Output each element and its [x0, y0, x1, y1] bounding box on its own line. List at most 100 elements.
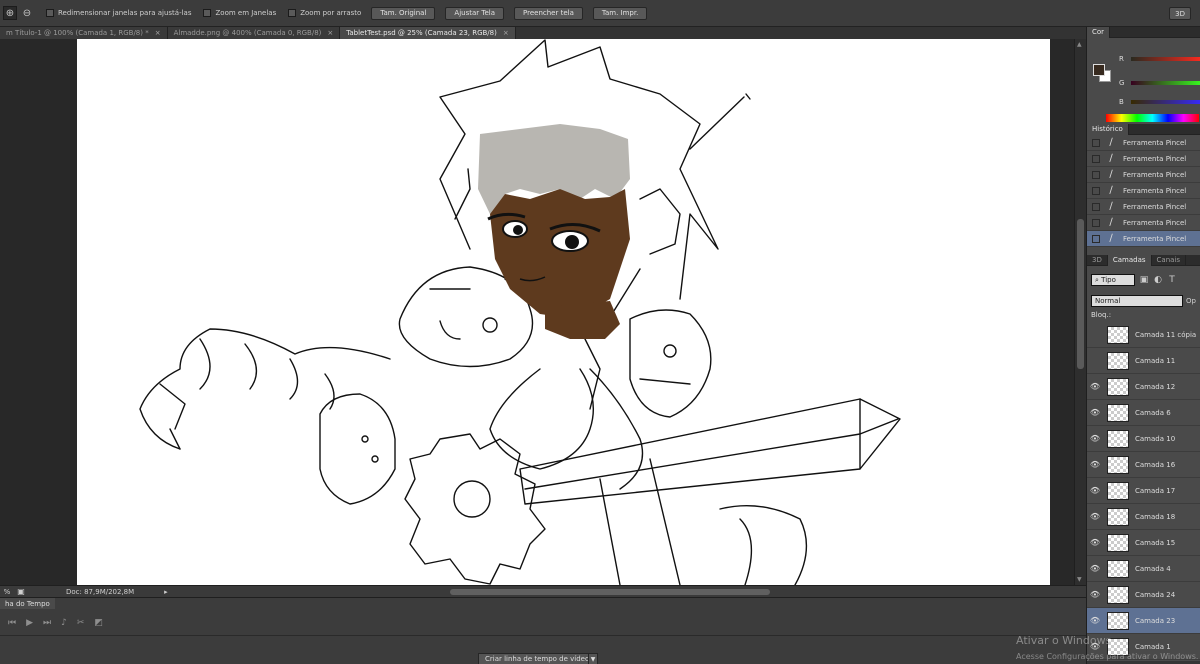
close-icon[interactable]: × [327, 29, 333, 37]
foreground-color-swatch[interactable] [1093, 64, 1105, 76]
layer-row[interactable]: 👁 Camada 15 [1087, 530, 1200, 556]
chevron-down-icon[interactable]: ▼ [588, 653, 598, 664]
scrubby-zoom-checkbox[interactable]: Zoom por arrasto [288, 9, 361, 17]
red-slider[interactable]: R [1119, 55, 1200, 63]
right-panels: Cor R G B Histórico ∕ Ferramenta Pincel ∕… [1086, 26, 1200, 664]
green-bar[interactable] [1131, 81, 1200, 85]
checkbox-icon[interactable] [1092, 186, 1100, 195]
tab-history[interactable]: Histórico [1087, 123, 1129, 135]
first-frame-icon[interactable]: ⏮ [8, 618, 16, 628]
layer-row[interactable]: 👁 Camada 16 [1087, 452, 1200, 478]
checkbox-icon[interactable] [1092, 154, 1100, 163]
history-item[interactable]: ∕ Ferramenta Pincel [1087, 199, 1200, 215]
checkbox-icon[interactable] [1092, 138, 1100, 147]
layer-row[interactable]: 👁 Camada 17 [1087, 478, 1200, 504]
tab-3d[interactable]: 3D [1087, 254, 1108, 266]
visibility-eye-icon[interactable]: 👁 [1087, 382, 1103, 391]
print-size-button[interactable]: Tam. Impr. [592, 6, 648, 20]
history-item[interactable]: ∕ Ferramenta Pincel [1087, 183, 1200, 199]
canvas-area[interactable] [0, 39, 1074, 585]
type-filter-icon[interactable]: T [1167, 275, 1177, 285]
vertical-scrollbar[interactable]: ▲ ▼ [1074, 39, 1086, 585]
document-canvas[interactable] [0, 39, 1074, 585]
scroll-thumb[interactable] [1077, 219, 1084, 369]
divider [0, 635, 1086, 636]
zoom-in-icon[interactable]: ⊕ [3, 6, 17, 20]
create-video-timeline-button[interactable]: Criar linha de tempo de vídeo [478, 653, 597, 664]
close-icon[interactable]: × [155, 29, 161, 37]
history-item[interactable]: ∕ Ferramenta Pincel [1087, 135, 1200, 151]
checkbox-icon[interactable] [203, 9, 212, 17]
actual-pixels-button[interactable]: Tam. Original [371, 6, 436, 20]
visibility-eye-icon[interactable]: 👁 [1087, 564, 1103, 573]
transition-icon[interactable]: ◩ [94, 618, 103, 628]
green-slider[interactable]: G [1119, 79, 1200, 87]
horizontal-scroll-thumb[interactable] [450, 589, 770, 595]
visibility-eye-icon[interactable]: 👁 [1087, 460, 1103, 469]
3d-mode-button[interactable]: 3D [1169, 7, 1191, 20]
layer-row[interactable]: 👁 Camada 4 [1087, 556, 1200, 582]
resize-windows-label: Redimensionar janelas para ajustá-las [58, 9, 192, 17]
checkbox-icon[interactable] [46, 9, 54, 17]
red-bar[interactable] [1131, 57, 1200, 61]
visibility-eye-icon[interactable]: 👁 [1087, 408, 1103, 417]
brush-icon: ∕ [1109, 153, 1113, 164]
layer-row-selected[interactable]: 👁 Camada 23 [1087, 608, 1200, 634]
layer-row[interactable]: 👁 Camada 18 [1087, 504, 1200, 530]
layer-row[interactable]: Camada 11 [1087, 348, 1200, 374]
checkbox-icon[interactable] [1092, 170, 1100, 179]
visibility-eye-icon[interactable]: 👁 [1087, 512, 1103, 521]
resize-windows-checkbox[interactable]: Redimensionar janelas para ajustá-las [46, 9, 191, 17]
history-item[interactable]: ∕ Ferramenta Pincel [1087, 151, 1200, 167]
close-icon[interactable]: × [503, 29, 509, 37]
history-item[interactable]: ∕ Ferramenta Pincel [1087, 167, 1200, 183]
scroll-up-icon[interactable]: ▲ [1077, 41, 1082, 48]
doc-tab[interactable]: Almadde.png @ 400% (Camada 0, RGB/8) × [167, 27, 341, 39]
checkbox-icon[interactable] [1092, 202, 1100, 211]
tab-layers[interactable]: Camadas [1107, 254, 1152, 266]
checkbox-icon[interactable] [1092, 218, 1100, 227]
layer-row[interactable]: 👁 Camada 6 [1087, 400, 1200, 426]
blue-bar[interactable] [1131, 100, 1200, 104]
blend-mode-select[interactable]: Normal [1091, 295, 1184, 307]
tab-color[interactable]: Cor [1087, 26, 1111, 38]
layer-thumbnail [1107, 559, 1129, 578]
visibility-eye-icon[interactable]: 👁 [1087, 538, 1103, 547]
layer-name: Camada 4 [1135, 564, 1171, 573]
tab-channels[interactable]: Canais [1152, 254, 1187, 266]
history-item-label: Ferramenta Pincel [1123, 138, 1187, 147]
history-item[interactable]: ∕ Ferramenta Pincel [1087, 215, 1200, 231]
status-menu-icon[interactable]: ▸ [164, 588, 168, 596]
checkbox-icon[interactable] [288, 9, 297, 17]
layer-row[interactable]: 👁 Camada 10 [1087, 426, 1200, 452]
fill-screen-button[interactable]: Preencher tela [514, 6, 583, 20]
doc-info-icon[interactable]: ▣ [14, 587, 28, 596]
play-icon[interactable]: ▶ [26, 618, 33, 628]
checkbox-icon[interactable] [1092, 234, 1100, 243]
scroll-down-icon[interactable]: ▼ [1077, 576, 1082, 583]
layer-row[interactable]: Camada 11 cópia [1087, 322, 1200, 348]
visibility-eye-icon[interactable]: 👁 [1087, 434, 1103, 443]
timeline-tab[interactable]: ha do Tempo [0, 598, 55, 609]
visibility-eye-icon[interactable]: 👁 [1087, 486, 1103, 495]
layer-kind-select[interactable]: ⌕ Tipo [1091, 274, 1135, 286]
image-filter-icon[interactable]: ▣ [1139, 275, 1149, 285]
audio-icon[interactable]: ♪ [61, 618, 67, 628]
visibility-eye-icon[interactable]: 👁 [1087, 616, 1103, 625]
history-item-selected[interactable]: ∕ Ferramenta Pincel [1087, 231, 1200, 247]
split-icon[interactable]: ✂ [77, 618, 85, 628]
layer-thumbnail [1107, 455, 1129, 474]
next-frame-icon[interactable]: ⏭ [43, 618, 51, 628]
doc-tab-active[interactable]: TabletTest.psd @ 25% (Camada 23, RGB/8) × [340, 27, 516, 39]
doc-tab[interactable]: m Título-1 @ 100% (Camada 1, RGB/8) * × [0, 27, 168, 39]
layer-row[interactable]: 👁 Camada 12 [1087, 374, 1200, 400]
zoom-level[interactable]: % [0, 588, 14, 596]
color-spectrum[interactable] [1106, 114, 1199, 122]
layer-row[interactable]: 👁 Camada 24 [1087, 582, 1200, 608]
fit-screen-button[interactable]: Ajustar Tela [445, 6, 505, 20]
blue-slider[interactable]: B [1119, 98, 1200, 106]
zoom-all-windows-checkbox[interactable]: Zoom em Janelas [203, 9, 276, 17]
visibility-eye-icon[interactable]: 👁 [1087, 590, 1103, 599]
zoom-out-icon[interactable]: ⊖ [20, 6, 34, 20]
adjustment-filter-icon[interactable]: ◐ [1153, 275, 1163, 285]
